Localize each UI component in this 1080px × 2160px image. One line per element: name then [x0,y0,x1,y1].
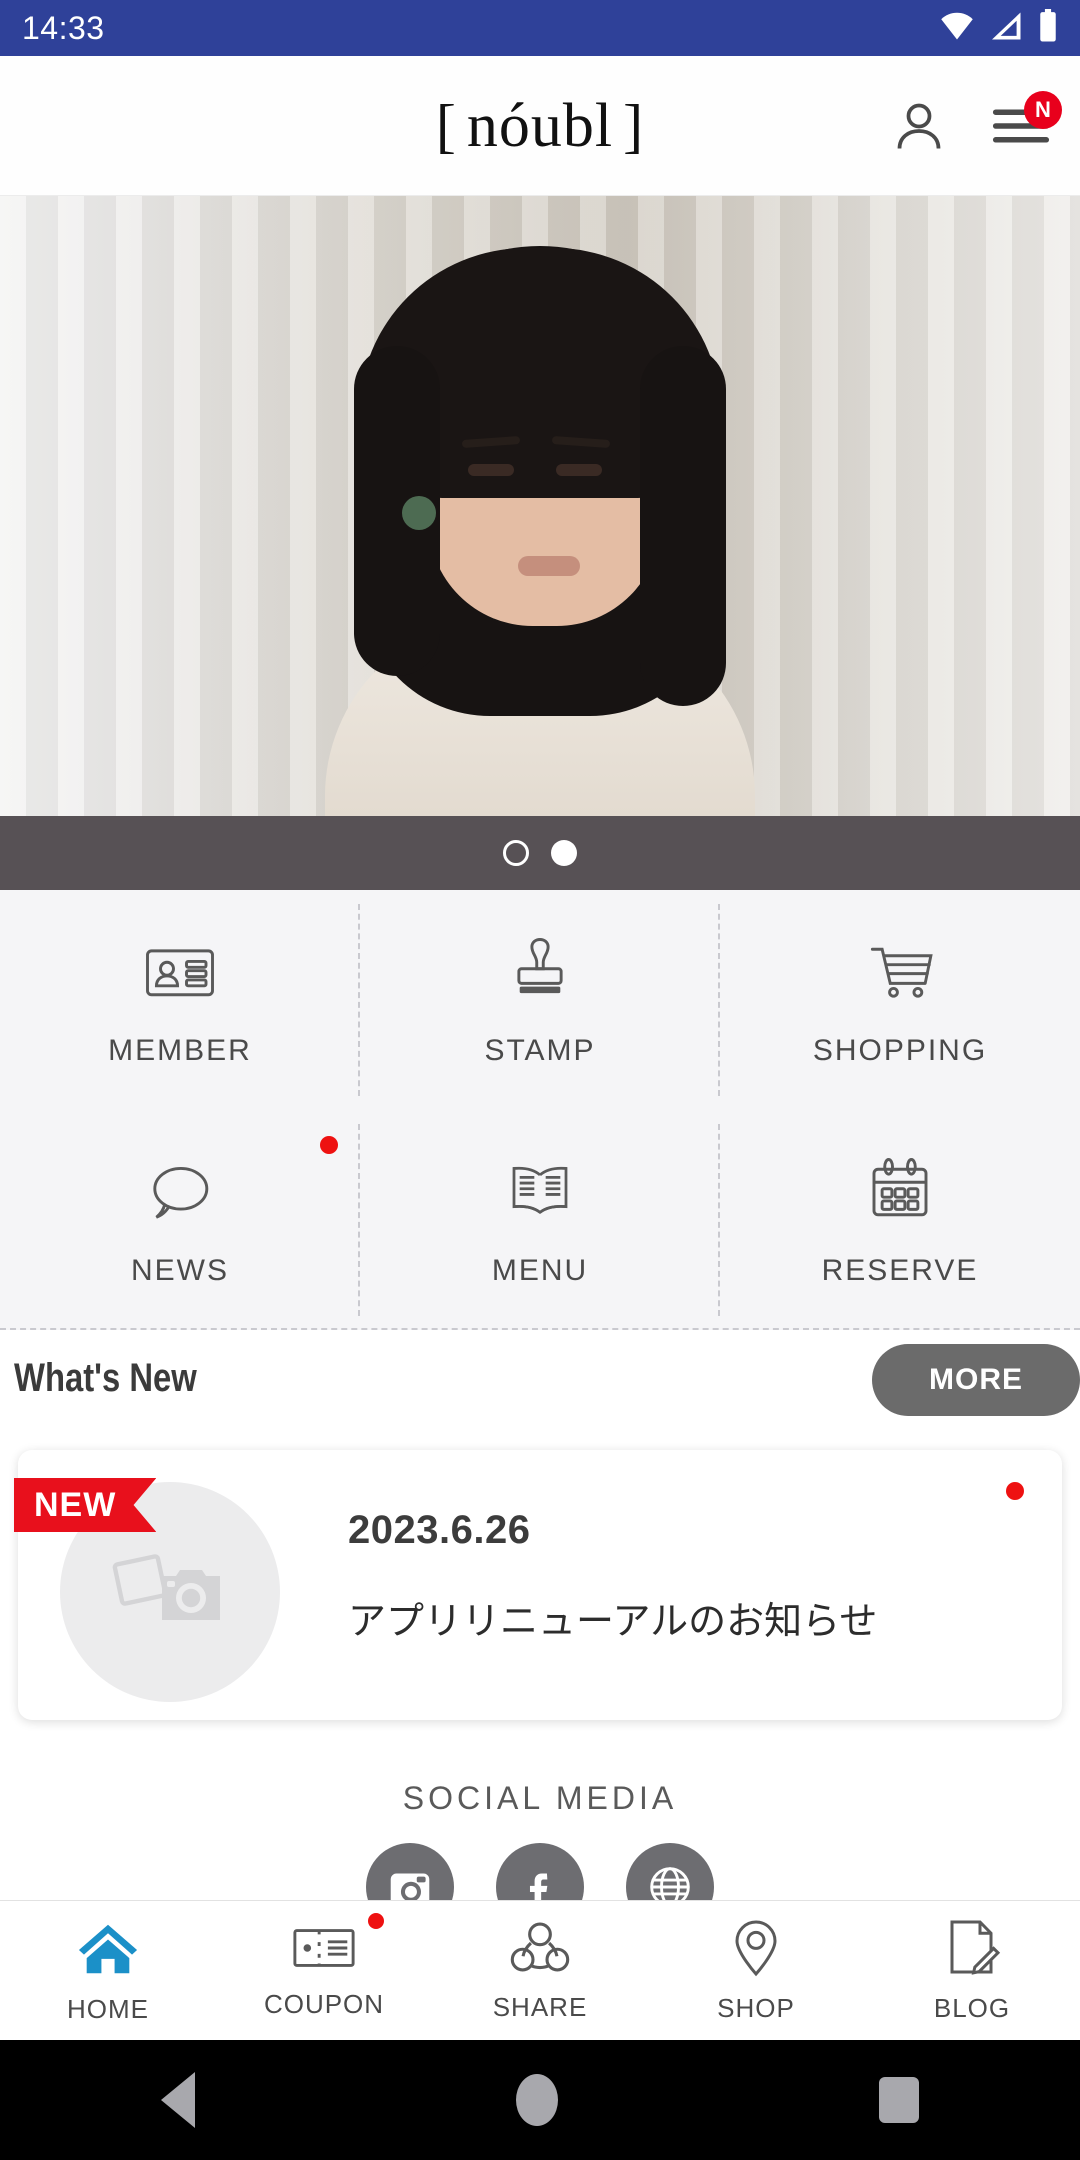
id-card-icon [141,933,219,1016]
hero-carousel-image[interactable] [0,196,1080,816]
home-icon [75,1917,141,1984]
bottom-tab-bar: HOME COUPON SHARE SHOP BLOG [0,1900,1080,2040]
whats-new-title: What's New [14,1356,197,1400]
app-screen: 14:33 [nóubl] N MEMBER STAMP SHOPPING NE… [0,0,1080,2160]
news-card[interactable]: NEW 2023.6.26 アプリリニューアルのお知らせ [14,1450,1062,1720]
brand-logo[interactable]: [nóubl] [426,95,654,157]
grid-item-shopping[interactable]: SHOPPING [720,890,1080,1110]
open-book-icon [501,1153,579,1236]
portrait-hair-right [640,346,726,706]
portrait-eye-right [556,464,602,476]
header-actions: N [886,56,1062,196]
news-date: 2023.6.26 [348,1508,531,1552]
menu-button[interactable]: N [988,91,1062,159]
carousel-indicator-bar [0,816,1080,890]
app-header: [nóubl] N [0,56,1080,196]
document-pencil-icon [943,1918,1001,1983]
wifi-icon [938,11,976,46]
carousel-dot-1[interactable] [503,840,529,866]
back-triangle-icon[interactable] [160,2072,195,2128]
portrait-eye-left [468,464,514,476]
map-pin-icon [728,1918,784,1983]
feature-grid-row-2: NEWS MENU RESERVE [0,1110,1080,1330]
battery-icon [1038,8,1058,48]
feature-grid-row-1: MEMBER STAMP SHOPPING [0,890,1080,1330]
grid-label-menu: MENU [491,1253,589,1287]
whats-new-more-button[interactable]: MORE [872,1344,1080,1416]
recents-square-icon[interactable] [879,2077,920,2123]
grid-item-stamp[interactable]: STAMP [360,890,720,1110]
ticket-icon [291,1922,357,1979]
speech-bubble-icon [141,1153,219,1236]
tab-label-coupon: COUPON [263,1988,385,2019]
status-bar: 14:33 [0,0,1080,56]
feature-grid: MEMBER STAMP SHOPPING NEWS MENU RESERVE [0,890,1080,1330]
tab-label-share: SHARE [492,1991,588,2022]
calendar-icon [861,1153,939,1236]
grid-label-stamp: STAMP [484,1033,596,1067]
menu-notification-badge: N [1024,91,1062,129]
tab-shop[interactable]: SHOP [648,1901,864,2040]
grid-item-news[interactable]: NEWS [0,1110,360,1330]
tab-label-home: HOME [67,1993,149,2024]
logo-text: nóubl [466,91,614,160]
signal-icon [990,11,1024,46]
portrait-lips [518,556,580,576]
status-icons [938,8,1058,48]
grid-item-reserve[interactable]: RESERVE [720,1110,1080,1330]
android-nav-bar [0,2040,1080,2160]
logo-bracket-open: [ [435,92,457,159]
coupon-badge-dot [368,1913,384,1929]
grid-label-shopping: SHOPPING [812,1033,988,1067]
carousel-dot-2-active[interactable] [551,840,577,866]
tab-label-blog: BLOG [933,1992,1011,2023]
tab-home[interactable]: HOME [0,1901,216,2040]
home-circle-icon[interactable] [515,2074,558,2126]
status-time: 14:33 [22,9,105,46]
social-media-title: SOCIAL MEDIA [402,1780,678,1816]
grid-label-reserve: RESERVE [821,1253,979,1287]
share-icon [509,1919,571,1982]
news-badge-dot [320,1136,338,1154]
stamp-icon [501,933,579,1016]
tab-share[interactable]: SHARE [432,1901,648,2040]
portrait-earring [402,496,436,530]
whats-new-header: What's New MORE [0,1340,1080,1440]
news-unread-dot [1006,1482,1024,1500]
grid-item-menu[interactable]: MENU [360,1110,720,1330]
photo-camera-placeholder-icon [110,1544,230,1641]
tab-label-shop: SHOP [717,1992,795,2023]
grid-item-member[interactable]: MEMBER [0,890,360,1110]
hero-photo [0,196,1080,816]
logo-bracket-close: ] [623,92,645,159]
grid-label-news: NEWS [131,1253,229,1287]
tab-coupon[interactable]: COUPON [216,1901,432,2040]
shopping-cart-icon [861,933,939,1016]
tab-blog[interactable]: BLOG [864,1901,1080,2040]
account-button[interactable] [886,93,952,159]
news-title: アプリリニューアルのお知らせ [348,1601,878,1643]
grid-label-member: MEMBER [108,1033,252,1067]
